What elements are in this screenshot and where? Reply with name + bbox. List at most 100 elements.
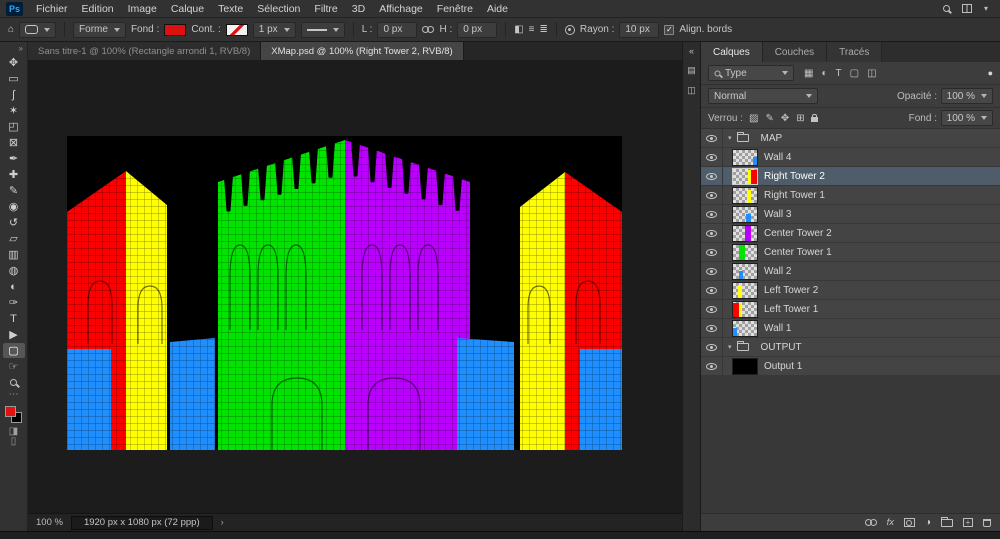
layer-thumbnail[interactable]: [732, 357, 758, 375]
menu-calque[interactable]: Calque: [164, 3, 211, 15]
foreground-swatch[interactable]: [5, 406, 16, 417]
add-mask-icon[interactable]: [903, 518, 915, 527]
menu-affichage[interactable]: Affichage: [372, 3, 430, 15]
workspace-icon[interactable]: [961, 4, 972, 13]
height-input[interactable]: 0 px: [457, 21, 498, 38]
shape-tool[interactable]: ▢: [2, 343, 25, 358]
filter-type-select[interactable]: Type: [708, 65, 794, 81]
layer-row-left-tower-2[interactable]: Left Tower 2: [701, 281, 1000, 300]
layer-row-output-1[interactable]: Output 1: [701, 357, 1000, 376]
healing-brush-tool[interactable]: ✚: [3, 167, 25, 182]
menu-aide[interactable]: Aide: [480, 3, 515, 15]
chevron-down-icon[interactable]: ▾: [728, 134, 732, 142]
clone-stamp-tool[interactable]: ◉: [3, 199, 25, 214]
visibility-toggle[interactable]: [701, 243, 723, 261]
menu-texte[interactable]: Texte: [211, 3, 250, 15]
filter-adjustment-icon[interactable]: ◐: [821, 68, 827, 79]
lasso-tool[interactable]: ʃ: [3, 87, 25, 102]
history-brush-tool[interactable]: ↺: [3, 215, 25, 230]
gradient-tool[interactable]: ▥: [3, 247, 25, 262]
menu-3d[interactable]: 3D: [345, 3, 372, 15]
lock-pixels-icon[interactable]: ✎: [765, 113, 773, 124]
visibility-toggle[interactable]: [701, 167, 723, 185]
visibility-toggle[interactable]: [701, 205, 723, 223]
layer-thumbnail[interactable]: [732, 281, 758, 299]
layer-row-wall-3[interactable]: Wall 3: [701, 205, 1000, 224]
expand-panels-icon[interactable]: «: [689, 46, 694, 56]
type-tool[interactable]: T: [3, 311, 25, 326]
lock-artboard-icon[interactable]: ⊞: [796, 113, 804, 124]
dodge-tool[interactable]: ◐: [3, 279, 25, 294]
menu-fen-tre[interactable]: Fenêtre: [430, 3, 480, 15]
blend-mode-select[interactable]: Normal: [708, 88, 818, 104]
layer-row-map[interactable]: ▾ MAP: [701, 129, 1000, 148]
filter-type-icon[interactable]: T: [836, 68, 842, 79]
stroke-width-select[interactable]: 1 px: [252, 21, 296, 38]
visibility-toggle[interactable]: [701, 148, 723, 166]
document-canvas[interactable]: [67, 136, 622, 450]
path-alignment-icon[interactable]: ≡: [529, 24, 535, 35]
stroke-swatch[interactable]: [225, 23, 248, 36]
layer-row-center-tower-1[interactable]: Center Tower 1: [701, 243, 1000, 262]
hand-tool[interactable]: ☞: [3, 359, 25, 374]
filter-smart-object-icon[interactable]: ◫: [867, 68, 876, 79]
filter-toggle-icon[interactable]: ●: [988, 68, 993, 78]
color-panel-icon[interactable]: ▤: [687, 65, 696, 76]
properties-panel-icon[interactable]: ◫: [687, 85, 696, 96]
layer-row-output[interactable]: ▾ OUTPUT: [701, 338, 1000, 357]
zoom-tool[interactable]: [3, 375, 25, 390]
visibility-toggle[interactable]: [701, 129, 723, 147]
eyedropper-tool[interactable]: ✒: [3, 151, 25, 166]
menu-edition[interactable]: Edition: [75, 3, 121, 15]
visibility-toggle[interactable]: [701, 319, 723, 337]
layer-thumbnail[interactable]: [732, 167, 758, 185]
document-info[interactable]: 1920 px x 1080 px (72 ppp): [70, 515, 213, 530]
visibility-toggle[interactable]: [701, 357, 723, 375]
canvas-area[interactable]: [28, 60, 682, 513]
align-edges-checkbox[interactable]: ✓: [664, 24, 675, 35]
search-icon[interactable]: [942, 5, 950, 12]
layer-thumbnail[interactable]: [732, 224, 758, 242]
layer-row-center-tower-2[interactable]: Center Tower 2: [701, 224, 1000, 243]
link-dimensions-icon[interactable]: [422, 26, 434, 33]
brush-tool[interactable]: ✎: [3, 183, 25, 198]
visibility-toggle[interactable]: [701, 262, 723, 280]
lock-all-icon[interactable]: [810, 114, 818, 122]
screen-mode-icon[interactable]: ▯: [11, 437, 17, 447]
menu-image[interactable]: Image: [121, 3, 164, 15]
visibility-toggle[interactable]: [701, 281, 723, 299]
path-operations-icon[interactable]: ◧: [514, 24, 523, 35]
width-input[interactable]: 0 px: [377, 21, 418, 38]
chevron-down-icon[interactable]: ▾: [984, 4, 988, 13]
visibility-toggle[interactable]: [701, 224, 723, 242]
fill-swatch[interactable]: [164, 23, 187, 36]
menu-fichier[interactable]: Fichier: [29, 3, 75, 15]
blur-tool[interactable]: ◍: [3, 263, 25, 278]
layer-style-icon[interactable]: fx: [887, 517, 894, 528]
layer-thumbnail[interactable]: [732, 205, 758, 223]
layer-thumbnail[interactable]: [732, 319, 758, 337]
stroke-type-select[interactable]: [300, 21, 345, 38]
status-chevron-icon[interactable]: ›: [221, 517, 224, 528]
gear-icon[interactable]: [564, 24, 575, 35]
layer-thumbnail[interactable]: [732, 262, 758, 280]
menu-filtre[interactable]: Filtre: [307, 3, 344, 15]
document-tab-sans[interactable]: Sans titre-1 @ 100% (Rectangle arrondi 1…: [28, 42, 262, 60]
layer-row-wall-4[interactable]: Wall 4: [701, 148, 1000, 167]
path-selection-tool[interactable]: ▶: [3, 327, 25, 342]
document-tab-xmap-psd[interactable]: XMap.psd @ 100% (Right Tower 2, RVB/8): [261, 42, 464, 60]
more-tools-icon[interactable]: ⋯: [9, 390, 19, 400]
layer-thumbnail[interactable]: [732, 148, 758, 166]
lock-position-icon[interactable]: ✥: [781, 113, 789, 124]
toolbar-collapse-icon[interactable]: »: [19, 44, 27, 53]
zoom-level[interactable]: 100 %: [36, 517, 63, 528]
path-arrangement-icon[interactable]: ≣: [540, 24, 548, 35]
delete-layer-icon[interactable]: [983, 518, 991, 527]
visibility-toggle[interactable]: [701, 338, 723, 356]
layer-row-right-tower-1[interactable]: Right Tower 1: [701, 186, 1000, 205]
tool-mode-select[interactable]: Forme: [73, 21, 126, 38]
filter-shape-icon[interactable]: ▢: [850, 68, 859, 79]
layer-row-wall-2[interactable]: Wall 2: [701, 262, 1000, 281]
radius-input[interactable]: 10 px: [619, 21, 660, 38]
move-tool[interactable]: ✥: [3, 55, 25, 70]
